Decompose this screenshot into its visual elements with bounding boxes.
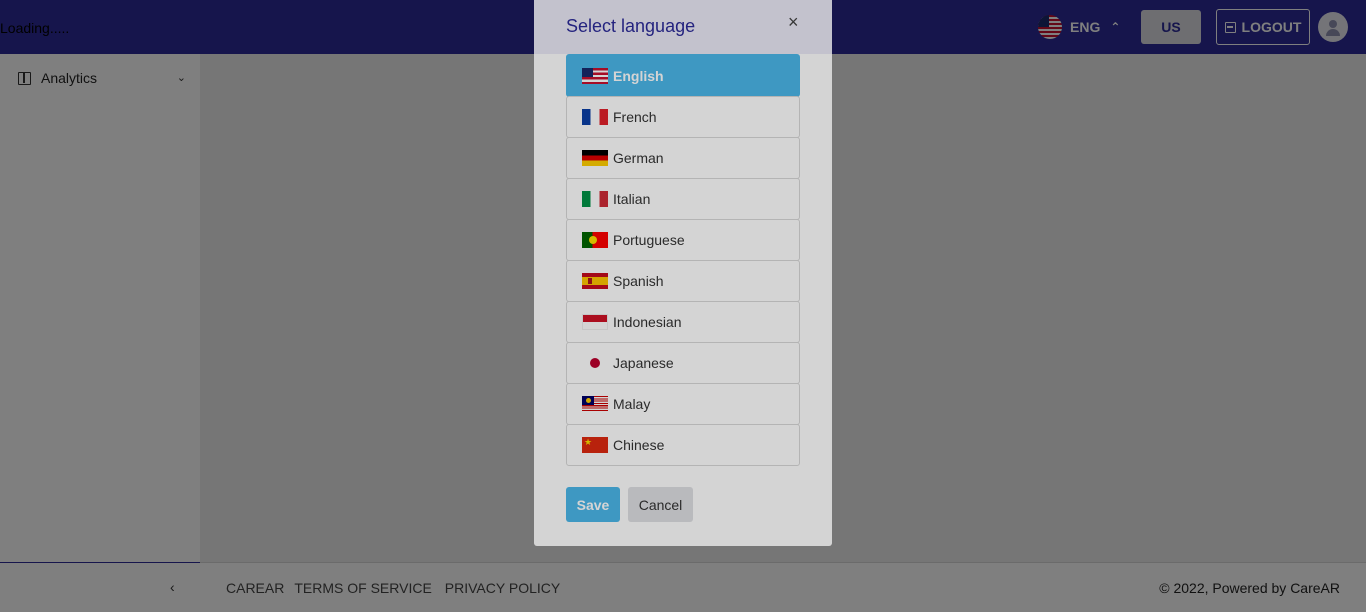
modal-header: Select language × — [534, 0, 832, 54]
modal-title: Select language — [566, 16, 696, 36]
cancel-button[interactable]: Cancel — [628, 487, 693, 522]
germany-flag-icon — [582, 150, 608, 166]
language-label: Portuguese — [613, 232, 685, 248]
language-label: Chinese — [613, 437, 665, 453]
language-label: French — [613, 109, 657, 125]
malaysia-flag-icon — [582, 396, 608, 412]
language-option-german[interactable]: German — [566, 137, 800, 179]
us-flag-icon — [582, 67, 608, 84]
language-option-italian[interactable]: Italian — [566, 178, 800, 220]
language-label: Spanish — [613, 273, 664, 289]
close-icon[interactable]: × — [788, 12, 799, 33]
language-option-english[interactable]: English — [566, 54, 800, 97]
language-option-french[interactable]: French — [566, 96, 800, 138]
language-option-indonesian[interactable]: Indonesian — [566, 301, 800, 343]
indonesia-flag-icon — [582, 314, 608, 330]
language-label: Italian — [613, 191, 651, 207]
japan-flag-icon — [582, 355, 608, 371]
language-modal: Select language × English French German … — [534, 0, 832, 546]
language-option-chinese[interactable]: Chinese — [566, 424, 800, 466]
save-button[interactable]: Save — [566, 487, 620, 522]
language-option-malay[interactable]: Malay — [566, 383, 800, 425]
italy-flag-icon — [582, 191, 608, 207]
language-option-portuguese[interactable]: Portuguese — [566, 219, 800, 261]
language-label: Indonesian — [613, 314, 682, 330]
language-label: German — [613, 150, 664, 166]
language-label: English — [613, 67, 664, 84]
language-label: Japanese — [613, 355, 674, 371]
language-option-japanese[interactable]: Japanese — [566, 342, 800, 384]
spain-flag-icon — [582, 273, 608, 289]
language-list: English French German Italian Portuguese… — [566, 54, 800, 466]
language-option-spanish[interactable]: Spanish — [566, 260, 800, 302]
language-label: Malay — [613, 396, 651, 412]
france-flag-icon — [582, 109, 608, 125]
portugal-flag-icon — [582, 232, 608, 248]
china-flag-icon — [582, 436, 608, 453]
